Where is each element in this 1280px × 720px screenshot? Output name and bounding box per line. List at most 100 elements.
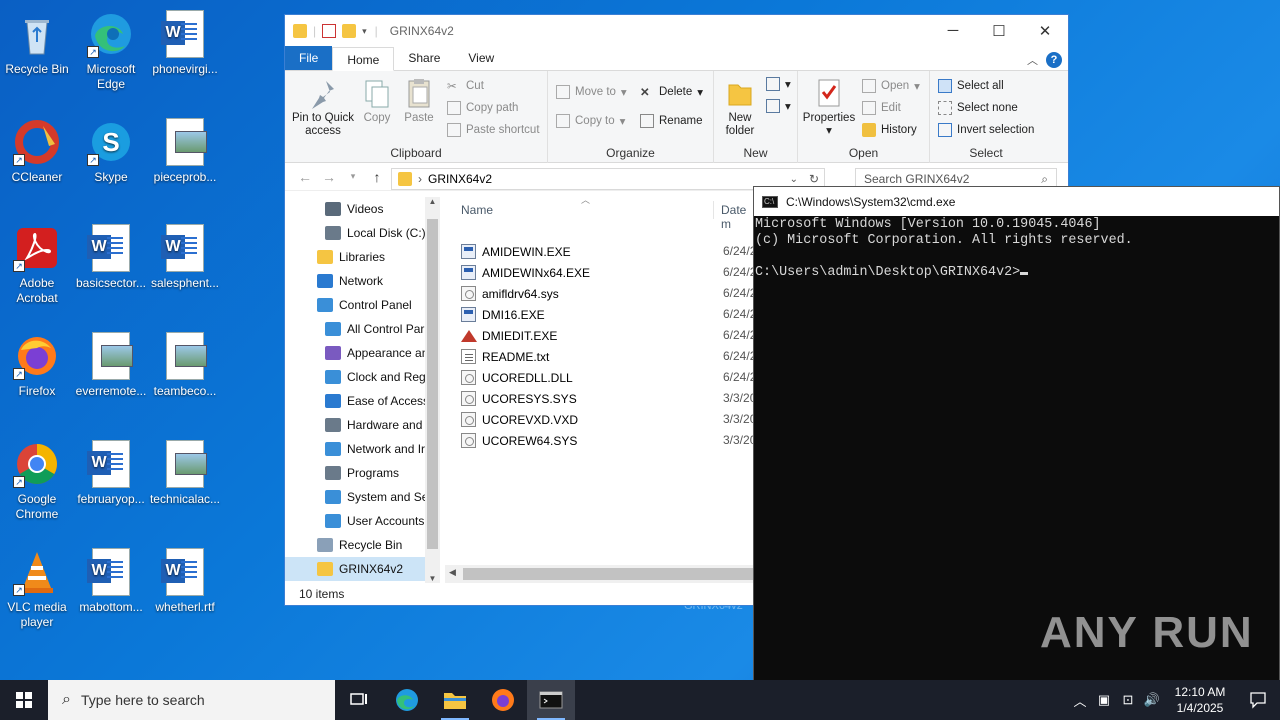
rename-button[interactable]: Rename — [640, 114, 702, 128]
notifications-button[interactable] — [1236, 691, 1280, 709]
desktop-icon-chrome[interactable]: ↗ Google Chrome — [0, 434, 74, 522]
taskbar-file-explorer-button[interactable] — [431, 680, 479, 720]
tab-file[interactable]: File — [285, 46, 333, 70]
properties-button[interactable]: Properties ▾ — [802, 77, 856, 138]
desktop-icon-doc[interactable]: mabottom... — [74, 542, 148, 615]
close-button[interactable]: ✕ — [1022, 22, 1068, 40]
address-dropdown-icon[interactable]: ⌄ — [790, 174, 798, 185]
search-input[interactable]: Search GRINX64v2 — [864, 172, 969, 186]
collapse-ribbon-icon[interactable]: ︿ — [1027, 52, 1038, 68]
title-bar[interactable]: | ▾ | GRINX64v2 ─ ☐ ✕ — [285, 15, 1068, 47]
nav-item[interactable]: GRINX64v2 — [285, 557, 425, 581]
desktop-icon-doc[interactable]: salesphent... — [148, 218, 222, 291]
paste-shortcut-button[interactable]: Paste shortcut — [447, 123, 540, 137]
file-row[interactable]: UCORESYS.SYS — [461, 388, 577, 409]
taskbar-cmd-button[interactable] — [527, 680, 575, 720]
nav-item[interactable]: Control Panel — [285, 293, 425, 317]
taskbar-edge-button[interactable] — [383, 680, 431, 720]
column-header-date[interactable]: Date m — [721, 203, 755, 231]
scroll-up-icon[interactable]: ▲ — [425, 197, 440, 206]
cut-button[interactable]: ✂ Cut — [447, 79, 484, 93]
taskbar-search-input[interactable]: Type here to search — [81, 692, 205, 708]
select-none-button[interactable]: Select none — [938, 101, 1018, 115]
tab-share[interactable]: Share — [394, 46, 454, 70]
nav-item[interactable]: Ease of Access — [285, 389, 429, 413]
nav-item[interactable]: User Accounts — [285, 509, 425, 533]
desktop-icon-firefox[interactable]: ↗ Firefox — [0, 326, 74, 399]
invert-selection-button[interactable]: Invert selection — [938, 123, 1034, 137]
copy-to-button[interactable]: Copy to ▾ — [556, 114, 625, 128]
desktop-icon-image[interactable]: teambeco... — [148, 326, 222, 399]
history-button[interactable]: History — [862, 123, 917, 137]
nav-item[interactable]: Appearance an — [285, 341, 428, 365]
column-header-name[interactable]: Name — [461, 203, 493, 217]
nav-item[interactable]: Programs — [285, 461, 425, 485]
desktop-icon-acrobat[interactable]: ↗ Adobe Acrobat — [0, 218, 74, 306]
scroll-thumb[interactable] — [463, 568, 755, 580]
desktop-icon-image[interactable]: pieceprob... — [148, 112, 222, 185]
desktop-icon-doc[interactable]: februaryop... — [74, 434, 148, 507]
scroll-left-icon[interactable]: ◀ — [449, 567, 456, 578]
scroll-thumb[interactable] — [427, 219, 438, 549]
desktop-icon-vlc[interactable]: ↗ VLC media player — [0, 542, 74, 630]
refresh-icon[interactable]: ↻ — [804, 172, 824, 186]
desktop-icon-recycle-bin[interactable]: Recycle Bin — [0, 4, 74, 77]
forward-arrow-icon[interactable]: → — [317, 169, 341, 185]
nav-item[interactable]: System and Se — [285, 485, 428, 509]
easy-access-button[interactable]: ▾ — [766, 99, 791, 113]
paste-button[interactable]: Paste — [399, 77, 439, 125]
clock[interactable]: 12:10 AM 1/4/2025 — [1164, 684, 1236, 716]
desktop-icon-doc[interactable]: basicsector... — [74, 218, 148, 291]
file-row[interactable]: DMI16.EXE — [461, 304, 545, 325]
tab-view[interactable]: View — [454, 46, 508, 70]
nav-item[interactable]: Hardware and — [285, 413, 425, 437]
file-row[interactable]: UCOREW64.SYS — [461, 430, 577, 451]
file-list-horizontal-scrollbar[interactable]: ◀ — [445, 565, 755, 583]
maximize-button[interactable]: ☐ — [976, 22, 1022, 40]
tab-home[interactable]: Home — [332, 47, 395, 71]
help-icon[interactable]: ? — [1046, 52, 1062, 68]
file-row[interactable]: amifldrv64.sys — [461, 283, 559, 304]
desktop-icon-skype[interactable]: S ↗ Skype — [74, 112, 148, 185]
nav-item[interactable]: Network and Ir — [285, 437, 425, 461]
network-icon[interactable]: ⊡ — [1116, 692, 1140, 708]
scroll-down-icon[interactable]: ▼ — [425, 574, 440, 583]
file-row[interactable]: AMIDEWINx64.EXE — [461, 262, 590, 283]
edit-button[interactable]: Edit — [862, 101, 901, 115]
desktop-icon-doc[interactable]: phonevirgi... — [148, 4, 222, 77]
recent-locations-icon[interactable]: ▾ — [341, 171, 365, 182]
minimize-button[interactable]: ─ — [930, 22, 976, 40]
nav-item[interactable]: Network — [285, 269, 425, 293]
taskbar-search-box[interactable]: ⌕ Type here to search — [48, 680, 335, 720]
desktop-icon-image[interactable]: technicalac... — [148, 434, 222, 507]
file-row[interactable]: UCOREDLL.DLL — [461, 367, 573, 388]
copy-path-button[interactable]: Copy path — [447, 101, 518, 115]
desktop-icon-doc[interactable]: whetherl.rtf — [148, 542, 222, 615]
file-row[interactable]: AMIDEWIN.EXE — [461, 241, 571, 262]
nav-item[interactable]: Clock and Regi — [285, 365, 428, 389]
column-divider[interactable] — [713, 201, 714, 219]
file-row[interactable]: DMIEDIT.EXE — [461, 325, 557, 346]
back-arrow-icon[interactable]: ← — [293, 169, 317, 185]
move-to-button[interactable]: Move to ▾ — [556, 85, 627, 99]
copy-button[interactable]: Copy — [359, 77, 395, 125]
select-all-button[interactable]: Select all — [938, 79, 1004, 93]
nav-pane-scrollbar[interactable]: ▲ ▼ — [425, 197, 440, 583]
up-arrow-icon[interactable]: ↑ — [365, 169, 389, 185]
desktop-icon-image[interactable]: everremote... — [74, 326, 148, 399]
customize-quick-access-icon[interactable]: ▾ — [362, 26, 367, 37]
new-item-button[interactable]: ▾ — [766, 77, 791, 91]
desktop-icon-ccleaner[interactable]: ↗ CCleaner — [0, 112, 74, 185]
delete-button[interactable]: ✕ Delete ▾ — [640, 85, 703, 99]
open-button[interactable]: Open ▾ — [862, 79, 920, 93]
nav-item[interactable]: Local Disk (C:) — [285, 221, 426, 245]
show-hidden-icons-icon[interactable]: ︿ — [1068, 691, 1092, 710]
file-row[interactable]: README.txt — [461, 346, 549, 367]
start-button[interactable] — [0, 680, 48, 720]
new-folder-button[interactable]: New folder — [718, 77, 762, 138]
taskbar-firefox-button[interactable] — [479, 680, 527, 720]
cmd-output[interactable]: Microsoft Windows [Version 10.0.19045.40… — [754, 216, 1279, 281]
pin-quick-access-button[interactable]: Pin to Quick access — [291, 77, 355, 138]
meet-now-icon[interactable]: ▣ — [1092, 692, 1116, 708]
nav-item[interactable]: Videos — [285, 197, 425, 221]
